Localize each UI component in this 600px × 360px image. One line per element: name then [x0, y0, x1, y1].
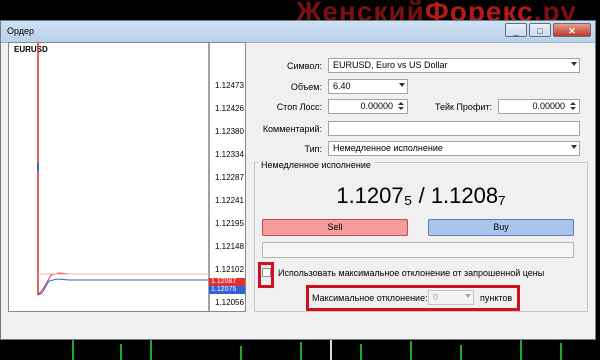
volume-label: Объем: [290, 82, 322, 92]
close-button[interactable]: ✕ [553, 23, 591, 37]
bid-line [37, 278, 209, 296]
max-deviation-unit: пунктов [480, 293, 513, 303]
price-label: 1.12056 [215, 298, 244, 307]
maximize-button[interactable]: □ [529, 23, 551, 37]
price-label: 1.12473 [215, 81, 244, 90]
comment-input[interactable] [328, 121, 580, 136]
price-label: 1.12195 [215, 219, 244, 228]
chevron-down-icon [571, 145, 577, 149]
ask-line [37, 272, 209, 296]
titlebar: Ордер _ □ ✕ [1, 21, 595, 43]
max-deviation-checkbox-label: Использовать максимальное отклонение от … [278, 268, 545, 278]
chevron-down-icon [571, 62, 577, 66]
price-label: 1.12426 [215, 104, 244, 113]
minimize-button[interactable]: _ [505, 23, 527, 37]
price-label: 1.12102 [215, 265, 244, 274]
price-label: 1.12148 [215, 242, 244, 251]
price-label: 1.12334 [215, 150, 244, 159]
bid-ask-quote: 1.1207₅ / 1.1208₇ [336, 183, 506, 208]
price-label: 1.12380 [215, 127, 244, 136]
max-deviation-checkbox[interactable] [262, 268, 271, 277]
sell-button[interactable]: Sell [262, 219, 408, 236]
tick-chart: EURUSD 1.12473 1.12426 1.12380 1.12334 1… [8, 42, 246, 312]
max-deviation-label: Максимальное отклонение: [312, 293, 428, 303]
spinner-icon[interactable] [569, 101, 578, 112]
symbol-label: Символ: [287, 61, 322, 71]
stoploss-input[interactable]: 0.00000 [328, 99, 408, 114]
chart-plot [37, 43, 210, 311]
type-select[interactable]: Немедленное исполнение [328, 141, 580, 156]
price-label: 1.12241 [215, 196, 244, 205]
stoploss-label: Стоп Лосс: [276, 102, 322, 112]
window-title: Ордер [7, 26, 35, 36]
spinner-icon[interactable] [397, 101, 406, 112]
takeprofit-label: Тейк Профит: [435, 102, 492, 112]
takeprofit-input[interactable]: 0.00000 [498, 99, 580, 114]
chevron-down-icon [465, 294, 471, 298]
bid-price-tag: 1.12075 [209, 286, 245, 294]
price-label: 1.12287 [215, 173, 244, 182]
ask-price-tag: 1.12087 [209, 278, 245, 286]
symbol-select[interactable]: EURUSD, Euro vs US Dollar [328, 58, 580, 73]
buy-button[interactable]: Buy [428, 219, 574, 236]
max-deviation-input[interactable]: 0 [428, 290, 474, 305]
volume-input[interactable]: 6.40 [328, 79, 408, 94]
comment-label: Комментарий: [262, 124, 322, 134]
execution-group-title: Немедленное исполнение [258, 160, 374, 170]
execution-progress-bar [262, 242, 574, 258]
chevron-down-icon [399, 83, 405, 87]
type-label: Тип: [304, 144, 322, 154]
